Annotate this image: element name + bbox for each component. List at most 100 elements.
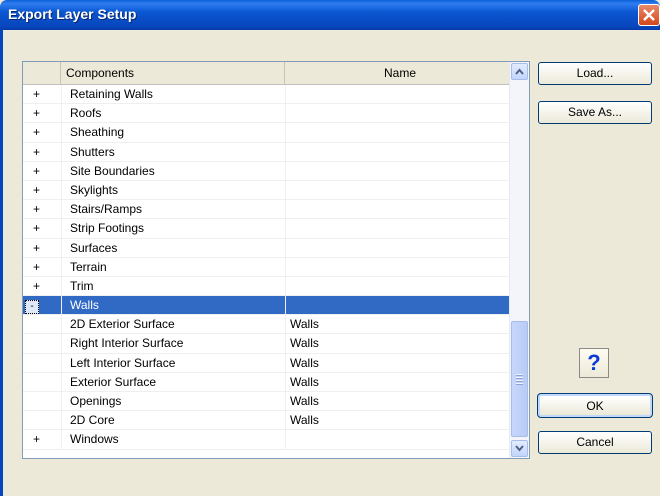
toggle-cell (23, 315, 61, 333)
name-cell[interactable] (285, 257, 511, 276)
component-cell[interactable]: Skylights (61, 180, 285, 200)
component-cell[interactable]: 2D Core (61, 411, 285, 430)
expand-toggle[interactable]: + (23, 143, 61, 161)
toggle-label: + (33, 202, 41, 217)
toggle-label: + (33, 125, 41, 140)
components-grid[interactable]: Components Name + Retaining Walls + Roofs + S… (22, 61, 530, 459)
name-cell[interactable] (285, 161, 511, 180)
toggle-label: - (25, 300, 39, 315)
toggle-cell (23, 411, 61, 429)
load-button-label: Load... (576, 66, 614, 80)
name-cell[interactable] (285, 85, 511, 104)
component-cell[interactable]: Trim (61, 276, 285, 296)
table-row[interactable]: Exterior Surface Walls (23, 372, 511, 392)
title-bar[interactable]: Export Layer Setup (0, 0, 660, 30)
expand-toggle[interactable]: + (23, 219, 61, 237)
table-row[interactable]: Left Interior Surface Walls (23, 353, 511, 373)
save-as-button[interactable]: Save As... (538, 101, 652, 124)
name-cell[interactable] (285, 238, 511, 257)
chevron-up-icon (515, 68, 524, 75)
expand-toggle[interactable]: + (23, 181, 61, 199)
component-cell[interactable]: Sheathing (61, 123, 285, 142)
name-cell[interactable] (285, 219, 511, 238)
name-cell[interactable]: Walls (285, 392, 511, 411)
name-cell[interactable] (285, 200, 511, 219)
header-toggle-column[interactable] (23, 62, 61, 84)
table-row[interactable]: Right Interior Surface Walls (23, 334, 511, 354)
table-row[interactable]: + Strip Footings (23, 219, 511, 239)
cancel-button[interactable]: Cancel (538, 431, 652, 454)
vertical-scrollbar[interactable] (509, 62, 529, 458)
expand-toggle[interactable]: + (23, 277, 61, 295)
table-row[interactable]: + Windows (23, 430, 511, 450)
expand-toggle[interactable]: + (23, 123, 61, 141)
component-cell[interactable]: Right Interior Surface (61, 334, 285, 353)
component-cell[interactable]: Surfaces (61, 238, 285, 257)
expand-toggle[interactable]: + (23, 258, 61, 276)
component-cell[interactable]: Retaining Walls (61, 85, 285, 104)
name-cell[interactable] (285, 430, 511, 449)
component-cell[interactable]: Roofs (61, 104, 285, 123)
name-cell[interactable]: Walls (285, 315, 511, 334)
component-cell[interactable]: Walls (61, 296, 285, 315)
name-cell[interactable]: Walls (285, 334, 511, 353)
load-button[interactable]: Load... (538, 62, 652, 85)
table-row[interactable]: + Sheathing (23, 123, 511, 143)
table-row[interactable]: 2D Core Walls (23, 411, 511, 431)
table-row[interactable]: + Stairs/Ramps (23, 200, 511, 220)
expand-toggle[interactable]: + (23, 85, 61, 103)
component-cell[interactable]: Terrain (61, 257, 285, 276)
expand-toggle[interactable]: + (23, 162, 61, 180)
component-cell[interactable]: Openings (61, 392, 285, 411)
component-cell[interactable]: Site Boundaries (61, 161, 285, 180)
table-row[interactable]: + Trim (23, 276, 511, 297)
toggle-cell (23, 392, 61, 410)
table-row[interactable]: + Shutters (23, 142, 511, 162)
expand-toggle[interactable]: + (23, 200, 61, 218)
component-cell[interactable]: Exterior Surface (61, 372, 285, 391)
name-cell[interactable] (285, 276, 511, 296)
scroll-thumb[interactable] (511, 321, 528, 437)
component-cell[interactable]: 2D Exterior Surface (61, 315, 285, 334)
grid-header: Components Name (23, 62, 511, 85)
component-cell[interactable]: Strip Footings (61, 219, 285, 238)
component-cell[interactable]: Windows (61, 430, 285, 449)
close-button[interactable] (638, 4, 660, 26)
table-row[interactable]: 2D Exterior Surface Walls (23, 315, 511, 335)
component-cell[interactable]: Left Interior Surface (61, 353, 285, 372)
toggle-label: + (33, 221, 41, 236)
name-cell[interactable] (285, 142, 511, 161)
component-cell[interactable]: Shutters (61, 142, 285, 161)
table-row[interactable]: - Walls (23, 296, 511, 316)
name-cell[interactable]: Walls (285, 353, 511, 372)
table-row[interactable]: + Roofs (23, 104, 511, 124)
name-cell[interactable]: Walls (285, 411, 511, 430)
table-row[interactable]: + Terrain (23, 257, 511, 277)
table-row[interactable]: + Site Boundaries (23, 161, 511, 181)
collapse-toggle[interactable]: - (23, 296, 61, 315)
expand-toggle[interactable]: + (23, 239, 61, 257)
toggle-label: + (33, 432, 41, 447)
header-name[interactable]: Name (285, 62, 511, 84)
name-cell[interactable] (285, 296, 511, 315)
component-cell[interactable]: Stairs/Ramps (61, 200, 285, 219)
expand-toggle[interactable]: + (23, 430, 61, 448)
header-components[interactable]: Components (61, 62, 285, 84)
table-row[interactable]: + Retaining Walls (23, 85, 511, 105)
name-cell[interactable]: Walls (285, 372, 511, 391)
scroll-down-button[interactable] (511, 440, 528, 457)
table-row[interactable]: Openings Walls (23, 392, 511, 412)
expand-toggle[interactable]: + (23, 104, 61, 122)
scroll-up-button[interactable] (511, 63, 528, 80)
table-row[interactable]: + Surfaces (23, 238, 511, 258)
toggle-cell (23, 354, 61, 372)
toggle-cell (23, 373, 61, 391)
help-button[interactable]: ? (579, 348, 609, 378)
table-row[interactable]: + Skylights (23, 180, 511, 201)
name-cell[interactable] (285, 180, 511, 200)
ok-button[interactable]: OK (537, 393, 653, 418)
name-cell[interactable] (285, 123, 511, 142)
name-cell[interactable] (285, 104, 511, 123)
toggle-cell (23, 334, 61, 352)
close-icon (643, 9, 655, 21)
